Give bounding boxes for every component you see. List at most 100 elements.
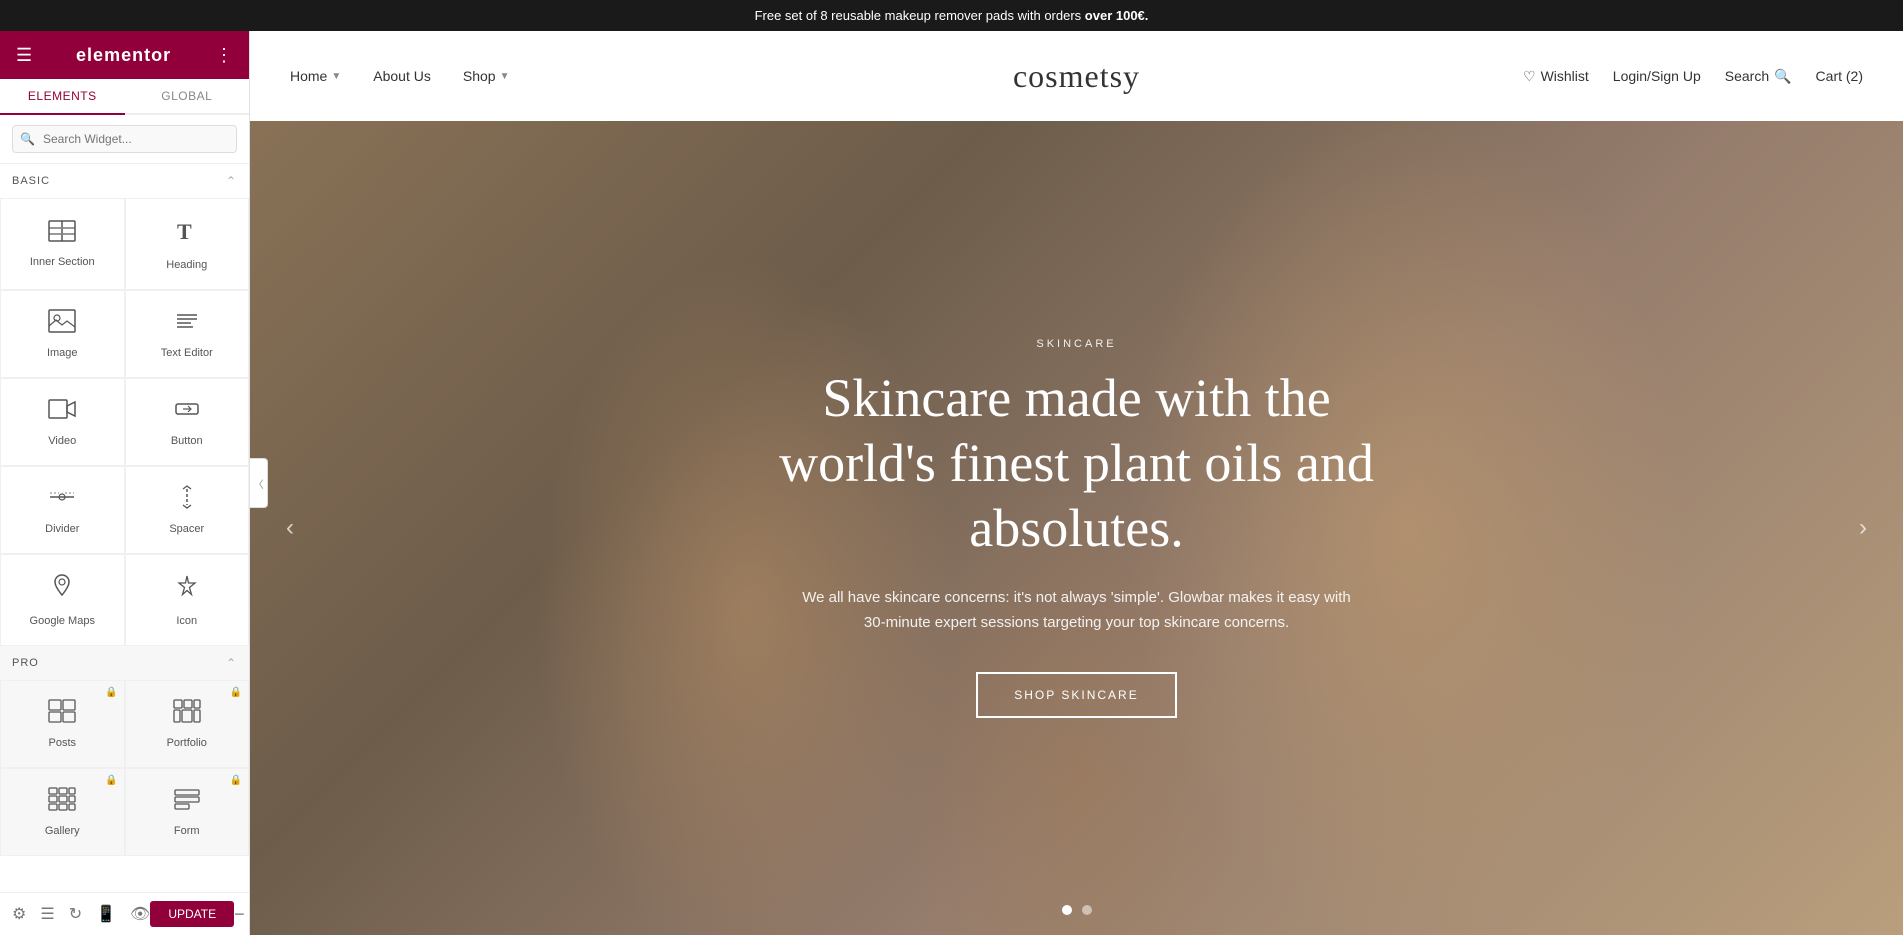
nav-login[interactable]: Login/Sign Up [1613, 68, 1701, 84]
sidebar-tabs: ELEMENTS GLOBAL [0, 79, 249, 115]
nav-wishlist[interactable]: ♡ Wishlist [1523, 68, 1589, 85]
widget-gallery-label: Gallery [45, 825, 80, 837]
elementor-sidebar: ☰ elementor ⋮ ELEMENTS GLOBAL 🔍 BASIC ⌃ [0, 31, 250, 935]
widget-button[interactable]: Button [125, 378, 250, 466]
widget-icon-label: Icon [176, 615, 197, 627]
grid-icon[interactable]: ⋮ [215, 45, 233, 66]
icon-icon [173, 573, 201, 607]
nav-item-home[interactable]: Home ▼ [290, 68, 341, 84]
widget-spacer[interactable]: Spacer [125, 466, 250, 554]
eye-icon[interactable]: 👁 [130, 904, 150, 924]
home-dropdown-arrow: ▼ [331, 71, 341, 82]
widget-image-label: Image [47, 347, 78, 359]
divider-icon [48, 485, 76, 515]
text-editor-icon [173, 309, 201, 339]
gallery-icon [48, 787, 76, 817]
sidebar-header: ☰ elementor ⋮ [0, 31, 249, 79]
widget-form-label: Form [174, 825, 200, 837]
hamburger-icon[interactable]: ☰ [16, 45, 32, 66]
tab-global[interactable]: GLOBAL [125, 79, 250, 113]
slider-dot-1[interactable] [1062, 905, 1072, 915]
sidebar-search-area: 🔍 [0, 115, 249, 164]
widget-form[interactable]: 🔒 Form [125, 768, 250, 856]
tab-elements[interactable]: ELEMENTS [0, 79, 125, 115]
nav-right: ♡ Wishlist Login/Sign Up Search 🔍 Cart (… [1523, 68, 1863, 85]
widget-divider-label: Divider [45, 523, 79, 535]
slider-dot-2[interactable] [1082, 905, 1092, 915]
settings-icon[interactable]: ⚙ [12, 904, 26, 924]
widget-image[interactable]: Image [0, 290, 125, 378]
announcement-text: Free set of 8 reusable makeup remover pa… [755, 8, 1149, 23]
widget-google-maps-label: Google Maps [30, 615, 95, 627]
image-icon [48, 309, 76, 339]
widget-icon[interactable]: Icon [125, 554, 250, 646]
search-icon-inner: 🔍 [20, 132, 35, 146]
basic-section-title[interactable]: BASIC ⌃ [0, 164, 249, 198]
spacer-icon [173, 485, 201, 515]
sidebar-collapse-handle[interactable]: 〈 [250, 458, 268, 508]
search-widget-input[interactable] [12, 125, 237, 153]
widget-button-label: Button [171, 435, 203, 447]
widget-heading[interactable]: T Heading [125, 198, 250, 290]
widget-gallery[interactable]: 🔒 Gall [0, 768, 125, 856]
posts-icon [48, 699, 76, 729]
history-icon[interactable]: ↻ [69, 904, 82, 924]
widget-posts[interactable]: 🔒 Posts [0, 680, 125, 768]
hero-title: Skincare made with the world's finest pl… [747, 366, 1407, 560]
elementor-logo: elementor [76, 45, 171, 66]
pro-widgets-grid: 🔒 Posts 🔒 [0, 680, 249, 856]
widget-portfolio-label: Portfolio [167, 737, 207, 749]
widget-inner-section[interactable]: Inner Section [0, 198, 125, 290]
posts-lock-icon: 🔒 [105, 687, 117, 698]
nav-left: Home ▼ About Us Shop ▼ [290, 68, 509, 84]
svg-text:T: T [177, 219, 192, 244]
announcement-bar: Free set of 8 reusable makeup remover pa… [0, 0, 1903, 31]
inner-section-icon [48, 220, 76, 248]
widget-divider[interactable]: Divider [0, 466, 125, 554]
google-maps-icon [50, 573, 74, 607]
widget-video[interactable]: Video [0, 378, 125, 466]
hero-description: We all have skincare concerns: it's not … [797, 585, 1357, 636]
canvas-area: 〈 Home ▼ About Us Shop ▼ cosmetsy ♡ [250, 31, 1903, 935]
site-logo[interactable]: cosmetsy [1013, 58, 1140, 95]
widget-text-editor[interactable]: Text Editor [125, 290, 250, 378]
nav-item-about[interactable]: About Us [373, 68, 431, 84]
sidebar-content: 🔍 BASIC ⌃ [0, 115, 249, 892]
widget-video-label: Video [48, 435, 76, 447]
update-button[interactable]: UPDATE [150, 901, 234, 927]
portfolio-icon [173, 699, 201, 729]
slider-next-button[interactable]: › [1843, 508, 1883, 548]
mobile-icon[interactable]: 📱 [96, 904, 116, 924]
basic-widgets-grid: Inner Section T Heading [0, 198, 249, 646]
layers-icon[interactable]: ☰ [40, 904, 54, 924]
video-icon [48, 397, 76, 427]
slider-dots [1062, 905, 1092, 915]
minus-icon[interactable]: − [234, 904, 245, 925]
sidebar-footer: ⚙ ☰ ↻ 📱 👁 UPDATE − [0, 892, 249, 935]
widget-google-maps[interactable]: Google Maps [0, 554, 125, 646]
widget-inner-section-label: Inner Section [30, 256, 95, 268]
pro-chevron-icon: ⌃ [226, 656, 237, 670]
hero-section: SKINCARE Skincare made with the world's … [250, 121, 1903, 935]
pro-section-title[interactable]: PRO ⌃ [0, 646, 249, 680]
basic-chevron-icon: ⌃ [226, 174, 237, 188]
nav-cart[interactable]: Cart (2) [1816, 68, 1863, 84]
form-lock-icon: 🔒 [230, 775, 242, 786]
widget-portfolio[interactable]: 🔒 Portfolio [125, 680, 250, 768]
gallery-lock-icon: 🔒 [105, 775, 117, 786]
hero-content: SKINCARE Skincare made with the world's … [727, 338, 1427, 717]
wishlist-icon: ♡ [1523, 68, 1536, 85]
hero-category: SKINCARE [747, 338, 1407, 350]
heading-icon: T [173, 217, 201, 251]
hero-cta-button[interactable]: SHOP SKINCARE [976, 672, 1176, 718]
widget-text-editor-label: Text Editor [161, 347, 213, 359]
site-navigation: Home ▼ About Us Shop ▼ cosmetsy ♡ Wishli… [250, 31, 1903, 121]
slider-prev-button[interactable]: ‹ [270, 508, 310, 548]
nav-search[interactable]: Search 🔍 [1725, 68, 1792, 85]
widget-heading-label: Heading [166, 259, 207, 271]
form-icon [173, 787, 201, 817]
widget-posts-label: Posts [48, 737, 76, 749]
shop-dropdown-arrow: ▼ [500, 71, 510, 82]
nav-item-shop[interactable]: Shop ▼ [463, 68, 510, 84]
search-icon: 🔍 [1774, 68, 1791, 85]
